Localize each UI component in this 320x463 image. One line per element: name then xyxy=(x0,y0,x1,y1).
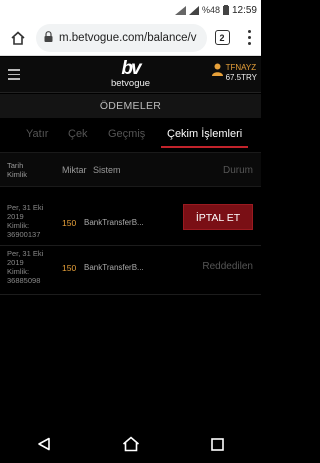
user-balance: 67.5TRY xyxy=(225,73,257,82)
row-id-label: Kimlik: xyxy=(7,221,30,230)
user-account[interactable]: TFNAYZ 67.5TRY xyxy=(211,63,257,83)
menu-dot-icon xyxy=(247,36,251,39)
home-icon xyxy=(11,30,25,45)
row-date-id: Per, 31 Eki 2019 Kimlik: 36885098 xyxy=(7,249,43,285)
tab-withdrawal-transactions[interactable]: Çekim İşlemleri xyxy=(161,120,249,148)
column-date-label: Tarih xyxy=(7,161,24,170)
wifi-signal-icon xyxy=(174,5,186,15)
menu-dot-icon xyxy=(247,42,251,45)
row-id-label: Kimlik: xyxy=(7,267,30,276)
home-button[interactable] xyxy=(0,20,36,56)
tab-withdraw[interactable]: Çek xyxy=(68,120,108,148)
row-id: 36900137 xyxy=(7,230,41,237)
page-title: ÖDEMELER xyxy=(0,94,261,118)
menu-dot-icon xyxy=(247,30,251,33)
row-id: 36885098 xyxy=(7,276,41,285)
tab-history[interactable]: Geçmiş xyxy=(108,120,161,148)
column-amount: Miktar xyxy=(62,165,87,175)
status-badge: Reddedilen xyxy=(202,261,253,272)
username: TFNAYZ xyxy=(225,63,257,72)
tab-count: 2 xyxy=(214,30,230,45)
table-row: Per, 31 Eki 2019 Kimlik: 36900137 150 Ba… xyxy=(0,196,261,246)
row-year: 2019 xyxy=(7,212,24,221)
menu-line-icon xyxy=(8,73,20,76)
table-row: Per, 31 Eki 2019 Kimlik: 36885098 150 Ba… xyxy=(0,245,261,295)
payment-tabs: Yatır Çek Geçmiş Çekim İşlemleri xyxy=(0,120,261,148)
battery-percent: %48 xyxy=(201,5,220,15)
home-nav-button[interactable] xyxy=(111,429,151,459)
row-system: BankTransferB... xyxy=(84,218,144,227)
menu-line-icon xyxy=(8,69,20,71)
status-bar: %48 12:59 xyxy=(0,0,261,20)
cancel-withdrawal-button[interactable]: İPTAL ET xyxy=(183,204,253,230)
battery-icon xyxy=(222,5,229,15)
column-status: Durum xyxy=(222,165,253,176)
column-system: Sistem xyxy=(93,165,121,175)
logo-text: betvogue xyxy=(110,78,151,89)
betvogue-logo[interactable]: bv betvogue xyxy=(111,59,150,89)
column-date-id: Tarih Kimlik xyxy=(7,161,27,179)
table-header: Tarih Kimlik Miktar Sistem Durum xyxy=(0,152,261,187)
menu-line-icon xyxy=(8,78,20,80)
row-date: Per, 31 Eki xyxy=(7,203,44,212)
lock-icon xyxy=(44,30,53,45)
user-icon xyxy=(211,63,223,76)
url-field[interactable]: m.betvogue.com/balance/v xyxy=(36,23,207,52)
row-amount: 150 xyxy=(62,263,77,273)
recents-button[interactable] xyxy=(198,429,238,459)
home-icon xyxy=(122,436,139,452)
logo-mark: bv xyxy=(121,58,141,79)
back-button[interactable] xyxy=(24,429,64,459)
column-id-label: Kimlik xyxy=(7,170,27,179)
tab-switcher-button[interactable]: 2 xyxy=(207,20,237,56)
recents-square-icon xyxy=(211,437,224,451)
row-year: 2019 xyxy=(7,258,24,267)
cell-signal-icon xyxy=(188,5,199,15)
row-date: Per, 31 Eki xyxy=(7,249,44,258)
tab-deposit[interactable]: Yatır xyxy=(26,120,68,148)
browser-menu-button[interactable] xyxy=(237,20,261,56)
hamburger-menu-button[interactable] xyxy=(0,57,30,93)
row-system: BankTransferB... xyxy=(84,263,144,272)
back-triangle-icon xyxy=(37,437,50,451)
url-text: m.betvogue.com/balance/v xyxy=(59,31,197,44)
row-amount: 150 xyxy=(62,218,77,228)
clock: 12:59 xyxy=(231,4,257,16)
browser-toolbar: m.betvogue.com/balance/v 2 xyxy=(0,20,261,56)
row-date-id: Per, 31 Eki 2019 Kimlik: 36900137 xyxy=(7,203,43,237)
app-header: bv betvogue TFNAYZ 67.5TRY xyxy=(0,57,261,93)
system-navigation-bar xyxy=(0,425,261,463)
